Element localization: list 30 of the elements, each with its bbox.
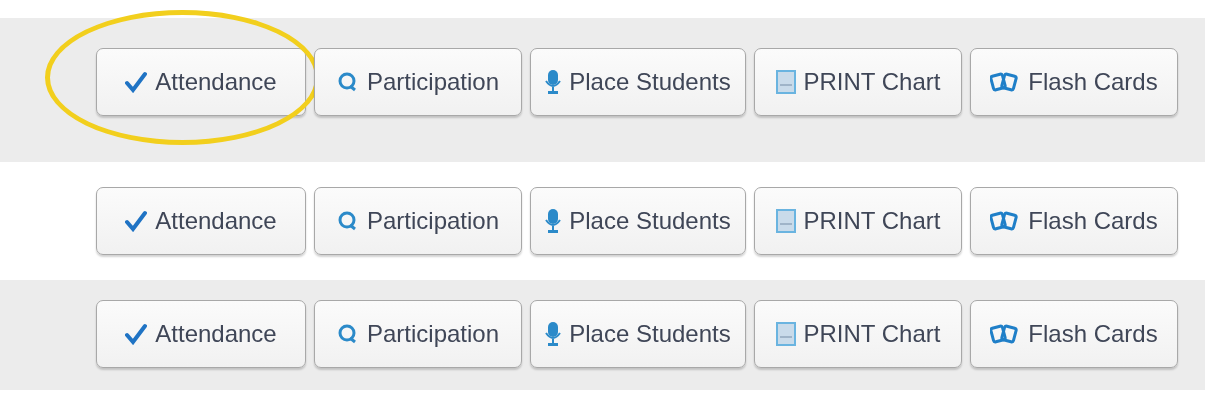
- microphone-icon: [545, 321, 562, 347]
- microphone-icon: [545, 69, 562, 95]
- toolbar-button[interactable]: Participation: [314, 300, 522, 368]
- cards-icon: [990, 211, 1021, 231]
- toolbar-button[interactable]: PRINT Chart: [754, 187, 962, 255]
- toolbar-button[interactable]: Attendance: [96, 300, 306, 368]
- speech-bubble-icon: [336, 210, 359, 232]
- toolbar-button[interactable]: Place Students: [530, 187, 746, 255]
- toolbar-button[interactable]: PRINT Chart: [754, 300, 962, 368]
- toolbar-button[interactable]: Participation: [314, 187, 522, 255]
- toolbar-button[interactable]: Attendance: [96, 48, 306, 116]
- check-icon: [125, 71, 148, 93]
- toolbar-button[interactable]: Flash Cards: [970, 187, 1178, 255]
- toolbar-button[interactable]: Flash Cards: [970, 48, 1178, 116]
- check-icon: [125, 210, 148, 232]
- toolbar-button[interactable]: Flash Cards: [970, 300, 1178, 368]
- toolbar-button[interactable]: Place Students: [530, 300, 746, 368]
- microphone-icon: [545, 208, 562, 234]
- cards-icon: [990, 324, 1021, 344]
- toolbar-button[interactable]: Place Students: [530, 48, 746, 116]
- speech-bubble-icon: [336, 71, 359, 93]
- document-icon: [775, 70, 796, 94]
- speech-bubble-icon: [336, 323, 359, 345]
- toolbar-button[interactable]: Attendance: [96, 187, 306, 255]
- check-icon: [125, 323, 148, 345]
- toolbar-button[interactable]: Participation: [314, 48, 522, 116]
- cards-icon: [990, 72, 1021, 92]
- toolbar-button[interactable]: PRINT Chart: [754, 48, 962, 116]
- document-icon: [775, 322, 796, 346]
- document-icon: [775, 209, 796, 233]
